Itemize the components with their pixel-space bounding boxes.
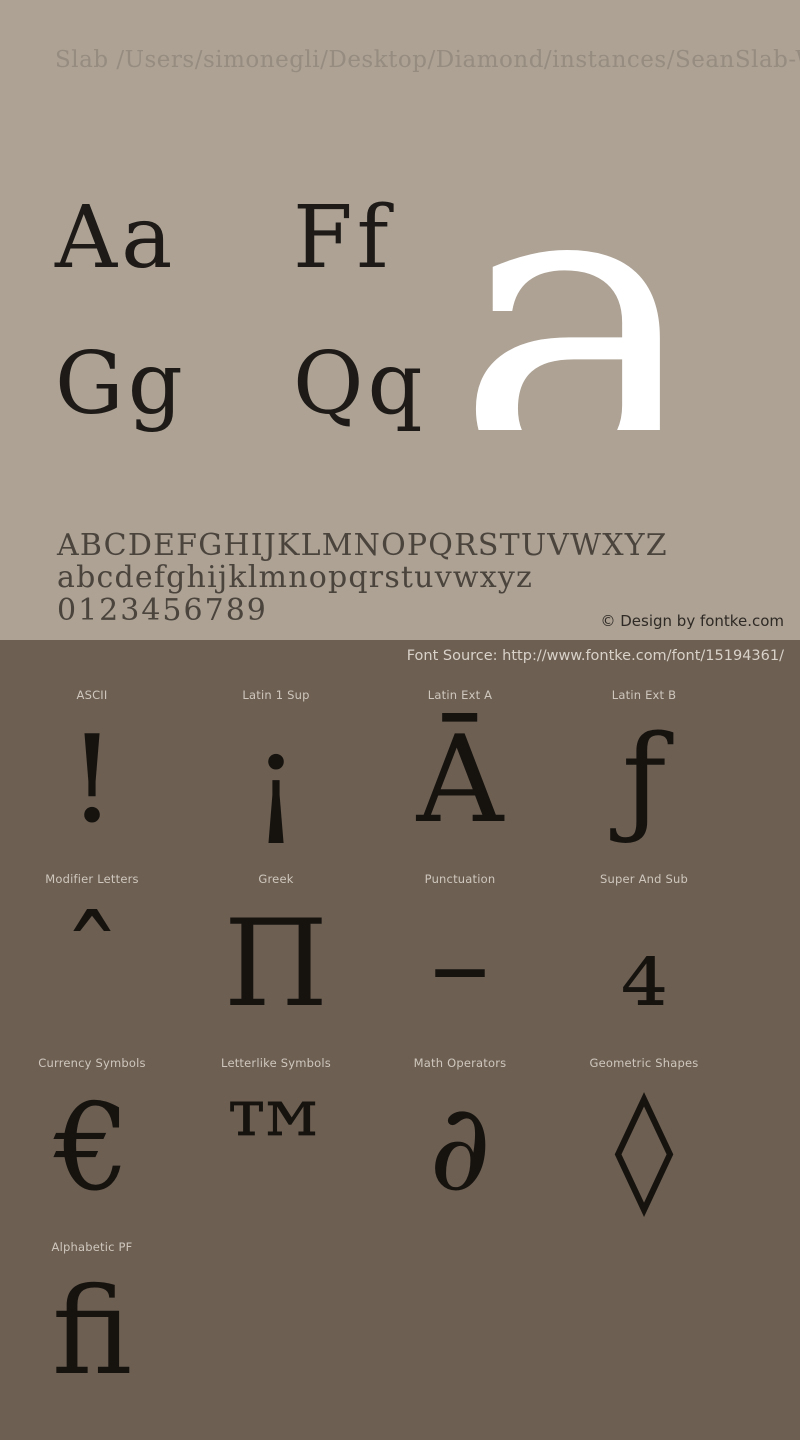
alphabet-digits-line: 0123456789 — [57, 592, 268, 628]
unicode-range-cell[interactable]: Geometric Shapes ◊ — [552, 1046, 736, 1230]
unicode-range-cell[interactable]: Currency Symbols € — [0, 1046, 184, 1230]
unicode-range-label: Currency Symbols — [38, 1056, 146, 1070]
letter-pair-sample: Gg — [55, 334, 187, 434]
unicode-range-cell[interactable]: Letterlike Symbols ™ — [184, 1046, 368, 1230]
unicode-range-label: Math Operators — [413, 1056, 507, 1070]
unicode-range-glyph: Π — [223, 895, 329, 1034]
unicode-range-label: Latin Ext A — [427, 688, 493, 702]
unicode-range-cell[interactable]: Math Operators ∂ — [368, 1046, 552, 1230]
alphabet-block: ABCDEFGHIJKLMNOPQRSTUVWXYZ abcdefghijklm… — [57, 528, 668, 628]
unicode-range-label: Alphabetic PF — [51, 1240, 133, 1254]
unicode-range-glyph: ƒ — [621, 711, 667, 850]
unicode-range-label: Super And Sub — [600, 872, 688, 886]
font-specimen-panel: Slab /Users/simonegli/Desktop/Diamond/in… — [0, 0, 800, 640]
unicode-range-glyph: ¡ — [251, 711, 301, 850]
unicode-range-label: Latin 1 Sup — [242, 688, 310, 702]
alphabet-lowercase-line: abcdefghijklmnopqrstuvwxyz — [57, 560, 533, 596]
unicode-range-cell[interactable]: Super And Sub ₄ — [552, 862, 736, 1046]
letter-pair-grid: Aa Ff Gg Qq — [55, 175, 475, 430]
unicode-range-cell[interactable]: Modifier Letters ˆ — [0, 862, 184, 1046]
unicode-range-glyph: ! — [67, 711, 117, 850]
letter-pair-sample: Ff — [293, 188, 393, 288]
unicode-range-label: Greek — [258, 872, 294, 886]
letter-pair-sample: Aa — [55, 188, 177, 288]
unicode-range-cell[interactable]: ASCII! — [0, 678, 184, 862]
unicode-range-label: Letterlike Symbols — [221, 1056, 331, 1070]
unicode-range-label: Modifier Letters — [45, 872, 139, 886]
unicode-ranges-grid: ASCII! Latin 1 Sup ¡ Latin Ext A Ā Latin Ext … — [0, 678, 800, 1414]
letter-pair-sample: Qq — [293, 334, 427, 434]
unicode-range-glyph: ◊ — [614, 1079, 674, 1218]
unicode-range-cell[interactable]: Greek Π — [184, 862, 368, 1046]
alphabet-uppercase-line: ABCDEFGHIJKLMNOPQRSTUVWXYZ — [57, 528, 668, 563]
unicode-range-label: Geometric Shapes — [589, 1056, 699, 1070]
unicode-range-cell[interactable]: Latin Ext A Ā — [368, 678, 552, 862]
unicode-range-cell[interactable]: Punctuation – — [368, 862, 552, 1046]
unicode-range-label: Latin Ext B — [611, 688, 677, 702]
unicode-ranges-panel: Font Source: http://www.fontke.com/font/… — [0, 640, 800, 1440]
unicode-range-label: Punctuation — [424, 872, 496, 886]
unicode-range-glyph: Ā — [416, 711, 504, 850]
unicode-range-label: ASCII — [76, 688, 108, 702]
unicode-range-glyph: ˆ — [62, 895, 122, 1034]
copyright-notice: © Design by fontke.com — [600, 612, 784, 630]
unicode-range-cell[interactable]: Latin Ext B ƒ — [552, 678, 736, 862]
font-source-link[interactable]: Font Source: http://www.fontke.com/font/… — [407, 648, 784, 664]
unicode-range-cell[interactable]: Latin 1 Sup ¡ — [184, 678, 368, 862]
font-path-title: Slab /Users/simonegli/Desktop/Diamond/in… — [55, 47, 800, 73]
unicode-range-glyph: – — [430, 895, 490, 1034]
unicode-range-glyph: ﬁ — [51, 1263, 133, 1402]
unicode-range-glyph: ∂ — [428, 1079, 492, 1218]
unicode-range-glyph: ₄ — [619, 895, 669, 1034]
unicode-range-glyph: € — [53, 1079, 131, 1218]
showcase-glyph: a — [455, 120, 706, 430]
unicode-range-cell[interactable]: Alphabetic PF ﬁ — [0, 1230, 184, 1414]
unicode-range-glyph: ™ — [216, 1079, 336, 1218]
